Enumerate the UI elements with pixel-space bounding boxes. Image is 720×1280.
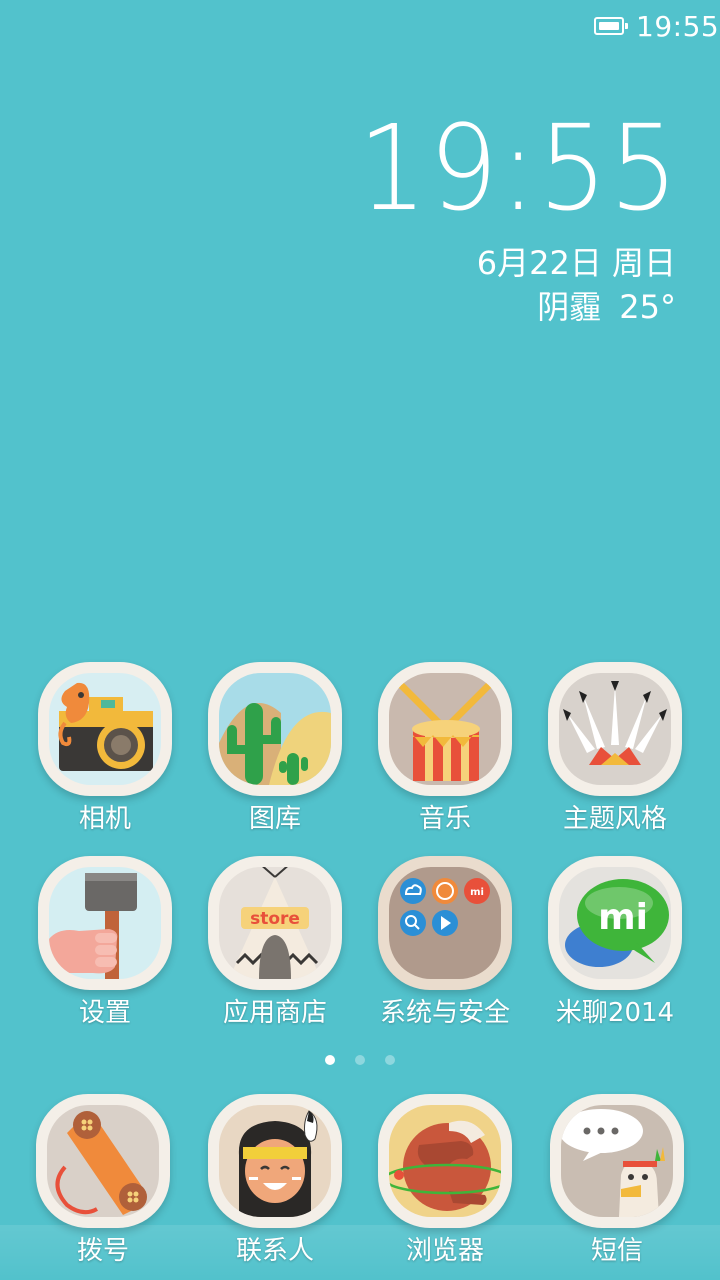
miliao-logo-text: mi [598, 897, 648, 938]
messages-icon [550, 1094, 684, 1228]
teepee-store-icon: store [208, 856, 342, 990]
app-gallery[interactable]: 图库 [188, 662, 358, 842]
status-time: 19:55 [636, 10, 720, 43]
battery-icon [594, 17, 628, 35]
store-sign-text: store [250, 909, 300, 929]
miliao-icon: mi [548, 856, 682, 990]
contacts-icon [208, 1094, 342, 1228]
cactus-icon [208, 662, 342, 796]
camera-icon [38, 662, 172, 796]
dock-dialer[interactable]: 拨号 [16, 1094, 186, 1274]
weather-condition: 阴霾 [537, 288, 602, 326]
status-bar: 19:55 [0, 0, 720, 54]
app-label: 短信 [590, 1236, 643, 1266]
app-store[interactable]: store 应用商店 [188, 856, 358, 1036]
browser-icon [378, 1094, 512, 1228]
app-label: 音乐 [418, 804, 471, 834]
dock-messages[interactable]: 短信 [530, 1094, 700, 1274]
app-system-security-folder[interactable]: mi 系统与安全 [358, 856, 528, 1036]
page-indicator[interactable] [0, 1050, 720, 1069]
app-label: 系统与安全 [379, 998, 510, 1028]
app-label: 设置 [78, 998, 131, 1028]
app-label: 拨号 [76, 1236, 129, 1266]
app-label: 相机 [78, 804, 131, 834]
clock-widget-date: 6月22日 周日 [476, 244, 676, 282]
feather-headdress-icon [548, 662, 682, 796]
app-label: 浏览器 [405, 1236, 484, 1266]
app-label: 图库 [248, 804, 301, 834]
clock-widget-time[interactable]: 19:55 [358, 98, 680, 240]
folder-icon: mi [378, 856, 512, 990]
app-settings[interactable]: 设置 [18, 856, 188, 1036]
app-camera[interactable]: 相机 [18, 662, 188, 842]
weather-temperature: 25° [619, 288, 676, 326]
app-music[interactable]: 音乐 [358, 662, 528, 842]
page-dot[interactable] [385, 1055, 395, 1065]
hammer-icon [38, 856, 172, 990]
weather-widget[interactable]: 阴霾 25° [537, 282, 676, 328]
dock-browser[interactable]: 浏览器 [358, 1094, 528, 1274]
app-label: 应用商店 [222, 998, 327, 1028]
app-label: 联系人 [235, 1236, 314, 1266]
folder-mi-badge: mi [470, 887, 484, 898]
page-dot[interactable] [325, 1055, 335, 1065]
page-dot[interactable] [355, 1055, 365, 1065]
app-label: 米聊2014 [555, 998, 675, 1028]
app-label: 主题风格 [562, 804, 667, 834]
dock-contacts[interactable]: 联系人 [188, 1094, 358, 1274]
phone-icon [36, 1094, 170, 1228]
drum-icon [378, 662, 512, 796]
app-themes[interactable]: 主题风格 [528, 662, 698, 842]
app-miliao[interactable]: mi 米聊2014 [528, 856, 698, 1036]
